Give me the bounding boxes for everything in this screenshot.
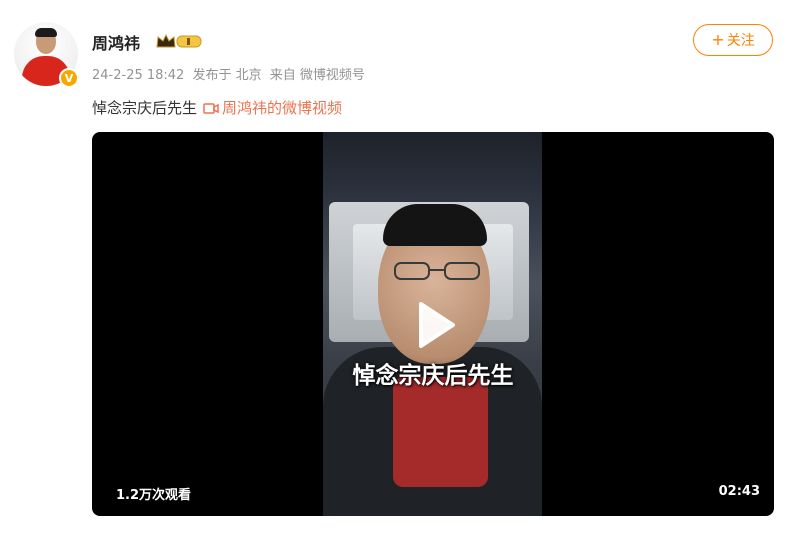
- frame-person-hair: [383, 204, 487, 246]
- post-date[interactable]: 24-2-25 18:42: [92, 68, 184, 83]
- avatar-hair: [35, 28, 57, 37]
- video-player[interactable]: 悼念宗庆后先生 1.2万次观看 02:43: [92, 132, 774, 516]
- video-duration: 02:43: [718, 484, 760, 499]
- verified-badge-icon: V: [59, 68, 79, 88]
- post-body: 悼念宗庆后先生: [92, 99, 198, 117]
- post-source[interactable]: 来自 微博视频号: [270, 68, 365, 83]
- view-count: 1.2万次观看: [116, 488, 192, 503]
- video-camera-icon: [203, 103, 219, 114]
- post-meta: 24-2-25 18:42 发布于 北京 来自 微博视频号: [92, 64, 369, 83]
- weibo-post-card: V 周鸿祎 24-2-25 18:42 发布于 北京 来自 微博视频号 + 关注…: [0, 0, 800, 550]
- member-crown-icon[interactable]: [155, 33, 203, 50]
- post-location: 发布于 北京: [192, 68, 262, 83]
- frame-person-shirt: [393, 377, 488, 487]
- username[interactable]: 周鸿祎: [92, 30, 140, 54]
- follow-button[interactable]: + 关注: [693, 24, 773, 56]
- video-caption: 悼念宗庆后先生: [352, 363, 514, 389]
- video-link-label: 周鸿祎的微博视频: [222, 99, 343, 117]
- play-icon[interactable]: [407, 298, 461, 352]
- plus-icon: +: [711, 30, 725, 49]
- frame-glasses: [394, 262, 480, 280]
- video-link[interactable]: 周鸿祎的微博视频: [203, 99, 342, 117]
- follow-button-label: 关注: [726, 33, 755, 49]
- post-text: 悼念宗庆后先生 周鸿祎的微博视频: [92, 97, 342, 118]
